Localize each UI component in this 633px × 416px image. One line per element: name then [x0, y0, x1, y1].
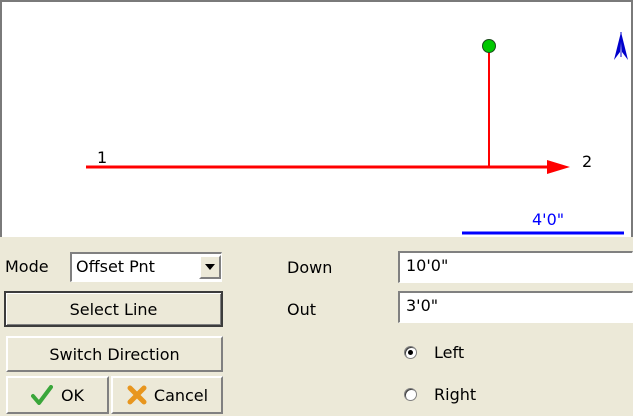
mode-select-value: Offset Pnt	[76, 257, 155, 276]
down-label: Down	[287, 258, 333, 277]
mode-select[interactable]: Offset Pnt	[70, 252, 222, 282]
ok-label: OK	[60, 385, 85, 405]
chevron-down-icon	[205, 264, 215, 270]
point-end-label: 2	[582, 152, 593, 171]
down-field[interactable]: 10'0"	[398, 251, 633, 283]
checkmark-icon	[30, 385, 53, 405]
ok-button[interactable]: OK	[6, 376, 109, 414]
line-direction-arrow	[547, 160, 570, 174]
out-label: Out	[287, 300, 317, 319]
canvas-svg	[86, 32, 628, 235]
offset-point[interactable]	[482, 39, 496, 53]
scale-label: 4'0"	[532, 210, 565, 229]
point-start-label: 1	[97, 148, 108, 167]
out-value: 3'0"	[406, 296, 439, 315]
select-line-label: Select Line	[69, 299, 158, 319]
cancel-button[interactable]: Cancel	[111, 376, 223, 414]
cancel-x-icon	[127, 385, 147, 405]
left-radio-button[interactable]	[404, 346, 417, 359]
cancel-label: Cancel	[153, 385, 209, 405]
drawing-canvas[interactable]: 1 2 4'0"	[0, 0, 633, 237]
dropdown-button[interactable]	[199, 255, 221, 279]
left-radio[interactable]: Left	[404, 343, 524, 365]
right-radio-button[interactable]	[404, 388, 417, 401]
left-label: Left	[434, 343, 465, 362]
mode-label: Mode	[5, 257, 49, 276]
out-field[interactable]: 3'0"	[398, 291, 633, 323]
select-line-button[interactable]: Select Line	[4, 291, 223, 327]
switch-direction-button[interactable]: Switch Direction	[6, 336, 223, 372]
north-arrow-icon	[614, 32, 628, 60]
radio-selected-dot	[408, 350, 413, 355]
down-value: 10'0"	[406, 256, 449, 275]
right-label: Right	[434, 385, 477, 404]
switch-direction-label: Switch Direction	[49, 344, 180, 364]
right-radio[interactable]: Right	[404, 385, 524, 407]
